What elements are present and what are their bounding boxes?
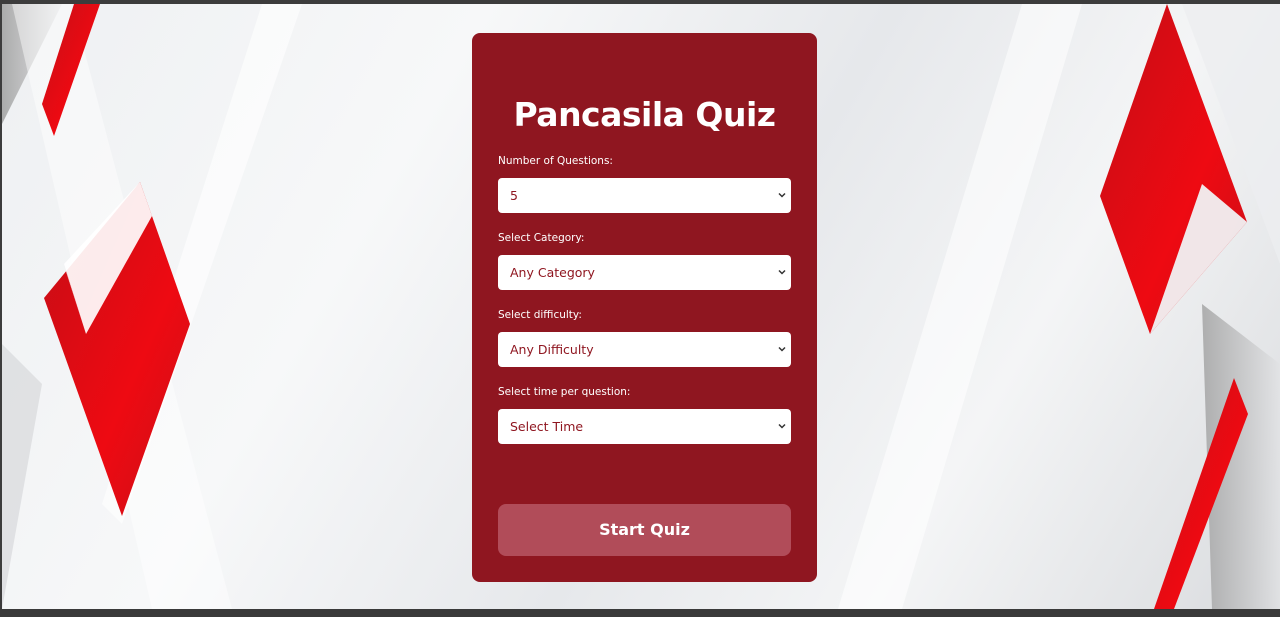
time-select[interactable]: Select Time bbox=[498, 409, 791, 444]
chevron-down-icon bbox=[778, 423, 786, 429]
difficulty-select[interactable]: Any Difficulty bbox=[498, 332, 791, 367]
window-bottom-edge bbox=[0, 609, 1280, 617]
questions-count-select[interactable]: 5 bbox=[498, 178, 791, 213]
quiz-title: Pancasila Quiz bbox=[513, 95, 776, 134]
questions-count-value: 5 bbox=[510, 188, 518, 203]
chevron-down-icon bbox=[778, 346, 786, 352]
time-value: Select Time bbox=[510, 419, 584, 434]
category-label: Select Category: bbox=[498, 232, 585, 244]
start-quiz-button[interactable]: Start Quiz bbox=[498, 504, 791, 556]
difficulty-value: Any Difficulty bbox=[510, 342, 594, 357]
category-value: Any Category bbox=[510, 265, 595, 280]
category-select[interactable]: Any Category bbox=[498, 255, 791, 290]
questions-count-label: Number of Questions: bbox=[498, 155, 613, 167]
time-label: Select time per question: bbox=[498, 386, 631, 398]
difficulty-label: Select difficulty: bbox=[498, 309, 582, 321]
chevron-down-icon bbox=[778, 269, 786, 275]
chevron-down-icon bbox=[778, 192, 786, 198]
quiz-setup-card: Pancasila Quiz Number of Questions: 5 Se… bbox=[472, 33, 817, 582]
